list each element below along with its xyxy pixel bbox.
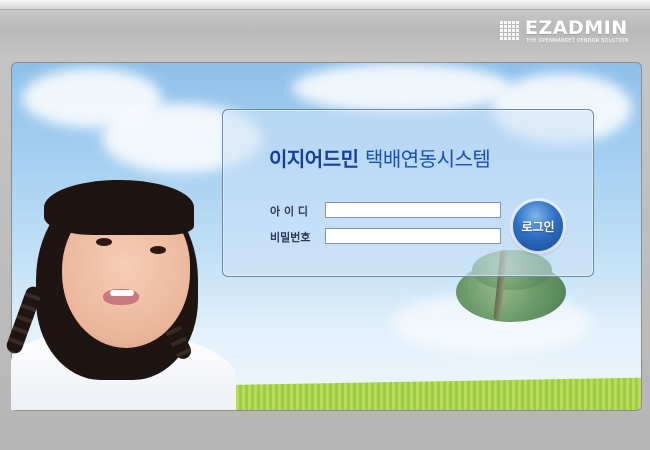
- logo-text: EZADMIN: [525, 17, 628, 39]
- logo-tagline: THE OPENMARKET VENDOR SOLUTION: [526, 38, 629, 44]
- title-system: 택배연동시스템: [364, 147, 491, 171]
- id-input[interactable]: [325, 202, 501, 218]
- id-label: 아 이 디: [270, 205, 309, 218]
- top-bar: [0, 0, 650, 10]
- cloud-decoration: [292, 63, 512, 113]
- title-brand: 이지어드민: [269, 147, 359, 171]
- login-panel: [222, 109, 594, 277]
- girl-teeth: [110, 290, 134, 296]
- password-input[interactable]: [325, 228, 501, 244]
- girl-eye: [96, 238, 112, 246]
- logo-grid-icon: [500, 20, 520, 40]
- grass-field: [212, 377, 641, 410]
- login-button[interactable]: 로그인: [513, 201, 563, 251]
- ezadmin-logo: EZADMIN THE OPENMARKET VENDOR SOLUTION: [500, 17, 638, 45]
- girl-eye: [150, 246, 166, 254]
- password-label: 비밀번호: [270, 231, 311, 244]
- page-title: 이지어드민 택배연동시스템: [269, 143, 491, 172]
- girl-bangs: [44, 180, 194, 235]
